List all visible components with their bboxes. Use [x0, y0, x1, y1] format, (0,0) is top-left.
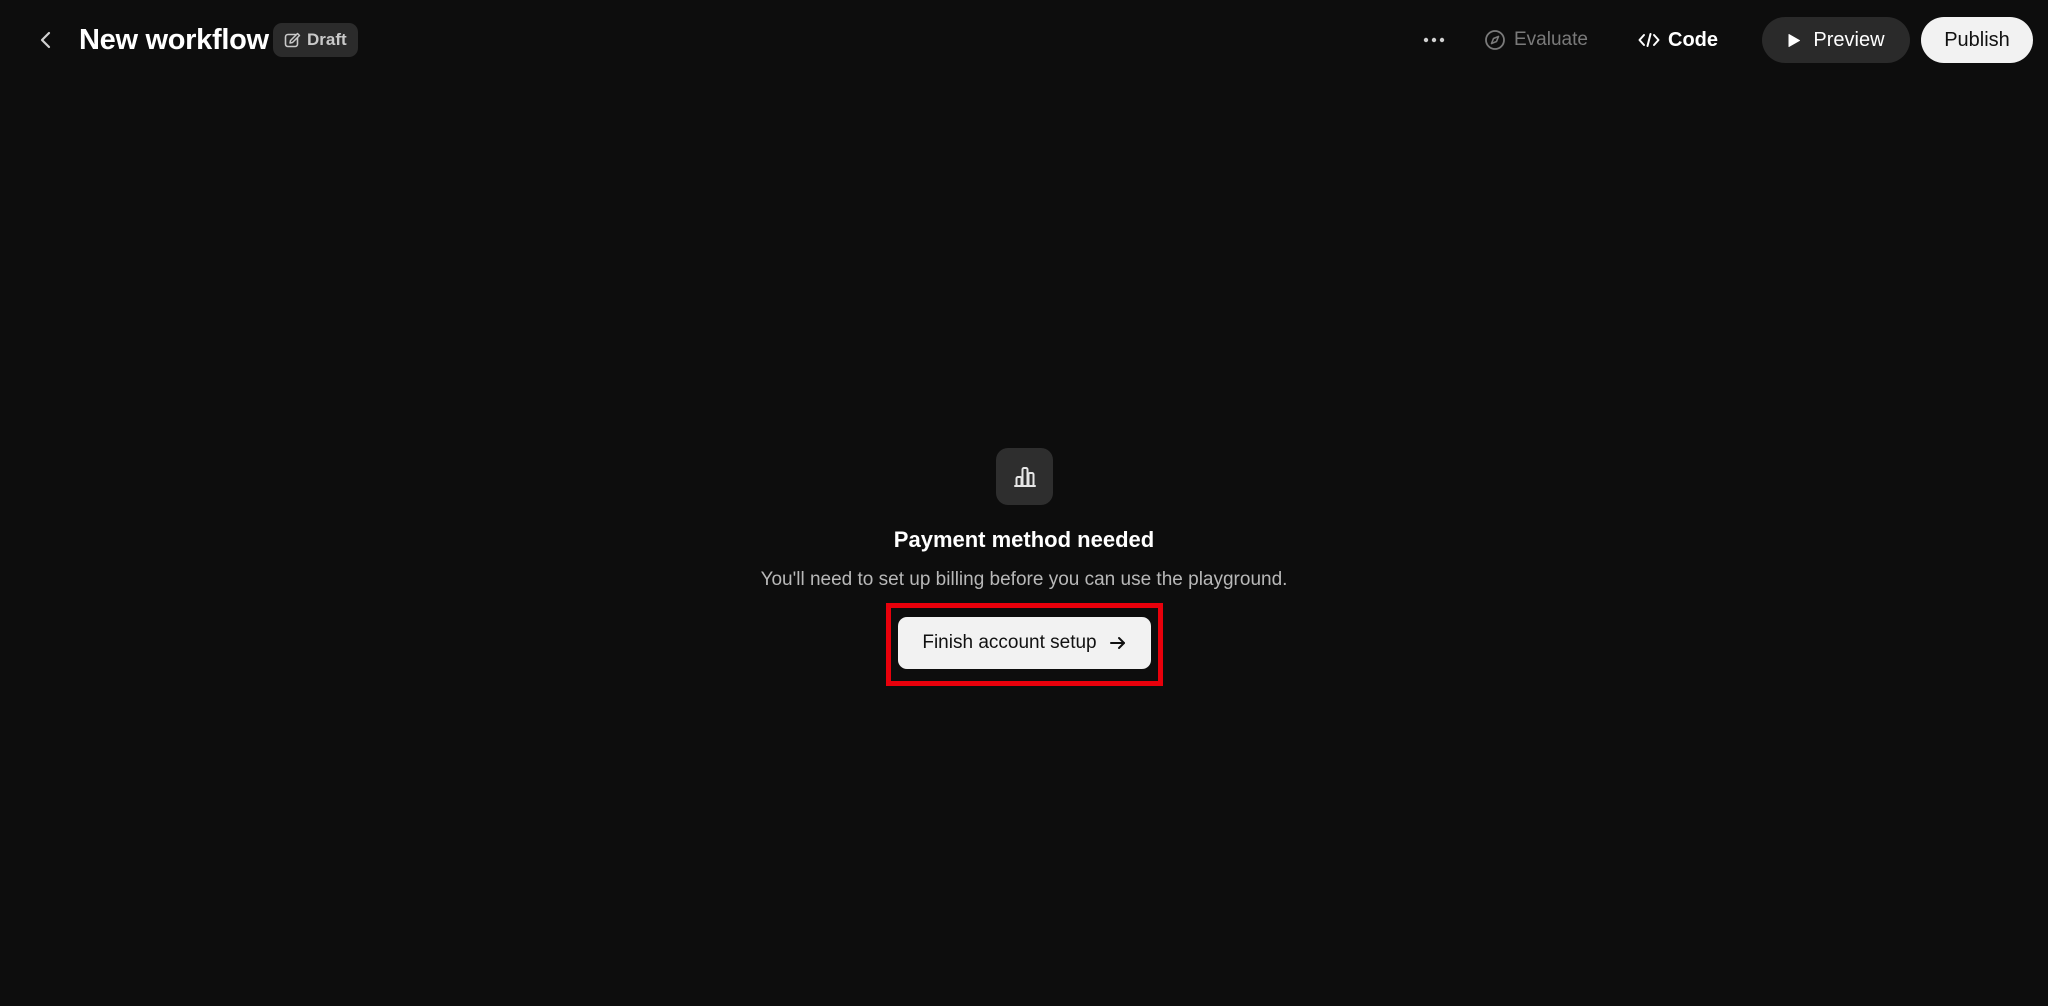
more-options-button[interactable] [1418, 24, 1450, 56]
empty-state-icon-tile [996, 448, 1053, 505]
workflow-editor-page: New workflow Draft Evaluate Code Preview… [0, 0, 2048, 1006]
back-button[interactable] [30, 24, 62, 56]
bar-chart-icon [1013, 466, 1036, 487]
finish-account-setup-button[interactable]: Finish account setup [898, 617, 1151, 669]
preview-button[interactable]: Preview [1762, 17, 1910, 63]
empty-state-description: You'll need to set up billing before you… [760, 569, 1288, 590]
chevron-left-icon [40, 31, 51, 49]
empty-state-title: Payment method needed [893, 527, 1155, 552]
top-bar: New workflow Draft Evaluate Code Preview… [0, 0, 2048, 80]
draft-badge-label: Draft [307, 30, 347, 49]
page-title: New workflow [79, 24, 269, 56]
code-button[interactable]: Code [1638, 22, 1718, 58]
preview-label: Preview [1813, 28, 1885, 51]
draft-status-badge[interactable]: Draft [273, 23, 358, 57]
code-icon [1638, 33, 1660, 47]
evaluate-label: Evaluate [1514, 29, 1588, 50]
arrow-right-icon [1109, 637, 1125, 649]
evaluate-button[interactable]: Evaluate [1484, 22, 1588, 58]
edit-icon [284, 32, 301, 47]
code-label: Code [1668, 28, 1718, 51]
publish-button[interactable]: Publish [1921, 17, 2033, 63]
play-icon [1788, 33, 1801, 47]
ellipsis-icon [1423, 37, 1445, 43]
compass-icon [1485, 30, 1505, 50]
finish-account-setup-label: Finish account setup [922, 632, 1097, 653]
